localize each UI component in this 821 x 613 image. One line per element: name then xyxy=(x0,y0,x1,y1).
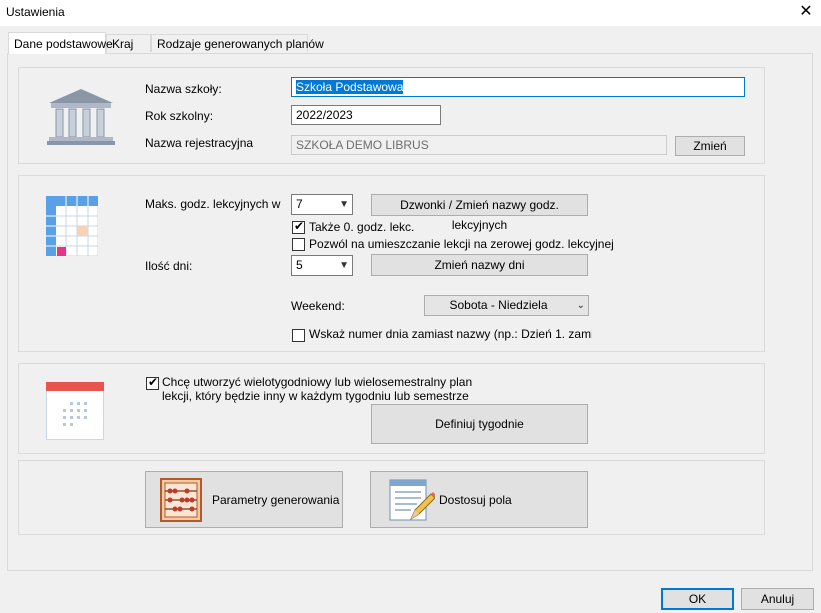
checkmark-icon: ✔ xyxy=(148,375,159,389)
registration-name-label: Nazwa rejestracyjna xyxy=(145,136,254,150)
tab-panel: Nazwa szkoły: Szkoła Podstawowa Rok szko… xyxy=(7,53,813,571)
window-title: Ustawienia xyxy=(6,5,65,19)
customize-fields-label: Dostosuj pola xyxy=(439,493,512,507)
max-lessons-label: Maks. godz. lekcyjnych w xyxy=(145,197,281,211)
weekend-select[interactable]: Sobota - Niedziela ⌄ xyxy=(424,295,589,316)
registration-name-input: SZKOŁA DEMO LIBRUS xyxy=(291,135,667,155)
multiweek-label-line1: Chcę utworzyć wielotygodniowy lub wielos… xyxy=(162,375,473,389)
change-registration-button[interactable]: Zmień xyxy=(675,136,745,156)
rename-days-button[interactable]: Zmień nazwy dni xyxy=(371,254,588,276)
school-building-icon xyxy=(47,89,115,145)
also-zero-checkbox[interactable]: ✔ xyxy=(292,219,305,234)
chevron-down-icon: ⌄ xyxy=(576,300,585,311)
checkmark-icon: ✔ xyxy=(294,219,305,233)
multiweek-label-line2: lekcji, który będzie inny w każdym tygod… xyxy=(162,389,469,403)
timetable-grid-icon xyxy=(46,196,98,256)
title-bar: Ustawienia ✕ xyxy=(0,0,821,26)
multiweek-checkbox[interactable]: ✔ xyxy=(146,375,159,390)
define-weeks-button[interactable]: Definiuj tygodnie xyxy=(371,404,588,444)
tab-dane-podstawowe[interactable]: Dane podstawowe xyxy=(8,32,113,54)
chevron-down-icon: ▼ xyxy=(339,199,349,210)
customize-fields-button[interactable]: Dostosuj pola xyxy=(370,471,588,528)
close-icon[interactable]: ✕ xyxy=(796,2,816,22)
school-name-input[interactable]: Szkoła Podstawowa xyxy=(291,77,745,97)
weekend-label: Weekend: xyxy=(291,299,345,313)
school-name-label: Nazwa szkoły: xyxy=(145,82,222,96)
school-group: Nazwa szkoły: Szkoła Podstawowa Rok szko… xyxy=(18,67,765,164)
cancel-button[interactable]: Anuluj xyxy=(741,588,814,610)
generation-params-button[interactable]: Parametry generowania xyxy=(145,471,343,528)
lessons-group: Maks. godz. lekcyjnych w 7 ▼ Dzwonki / Zm… xyxy=(18,175,765,352)
school-year-label: Rok szkolny: xyxy=(145,109,214,123)
allow-zero-checkbox[interactable] xyxy=(292,238,305,251)
days-count-label: Ilość dni: xyxy=(145,259,193,273)
day-number-label: Wskaż numer dnia zamiast nazwy (np.: Dzi… xyxy=(309,327,592,341)
actions-group: Parametry generowania Dostosuj pola xyxy=(18,460,765,535)
tab-rodzaje-planow[interactable]: Rodzaje generowanych planów xyxy=(151,34,324,52)
days-count-select[interactable]: 5 ▼ xyxy=(291,255,353,276)
also-zero-label: Także 0. godz. lekc. xyxy=(309,220,415,234)
calendar-icon xyxy=(46,382,104,440)
bells-rename-button[interactable]: Dzwonki / Zmień nazwy godz. lekcyjnych xyxy=(371,194,588,232)
generation-params-label: Parametry generowania xyxy=(212,493,340,507)
day-number-checkbox[interactable] xyxy=(292,329,305,342)
chevron-down-icon: ▼ xyxy=(339,260,349,271)
ok-button[interactable]: OK xyxy=(661,588,734,610)
allow-zero-label: Pozwól na umieszczanie lekcji na zerowej… xyxy=(309,237,614,251)
multiweek-group: ✔ Chcę utworzyć wielotygodniowy lub wiel… xyxy=(18,363,765,454)
school-year-input[interactable]: 2022/2023 xyxy=(291,105,441,125)
max-lessons-select[interactable]: 7 ▼ xyxy=(291,194,353,215)
document-pencil-icon xyxy=(389,479,435,521)
abacus-icon xyxy=(160,478,202,522)
